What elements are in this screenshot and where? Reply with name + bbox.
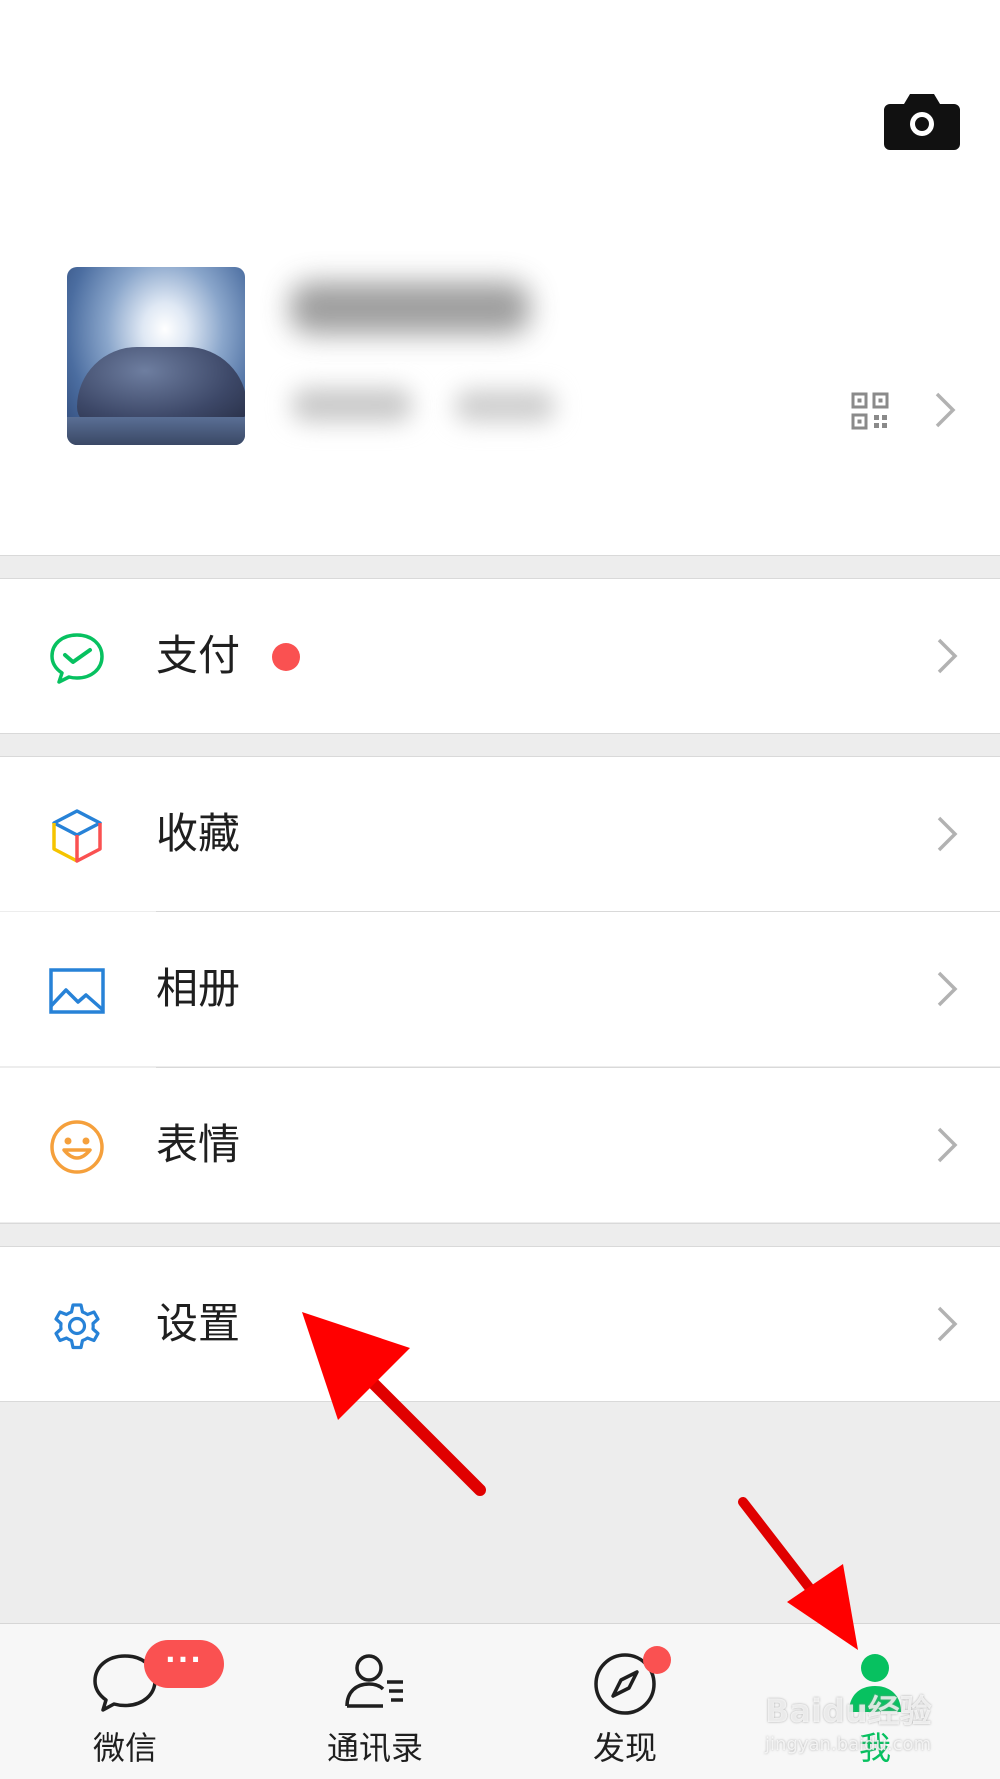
watermark-main: Baidu经验 (765, 1692, 932, 1730)
menu-label-album: 相册 (156, 964, 241, 1013)
camera-button[interactable] (884, 88, 960, 152)
chevron-right-icon (937, 638, 958, 674)
tab-label-chats: 微信 (92, 1729, 157, 1767)
menu-row-favorites[interactable]: 收藏 (0, 757, 1000, 911)
discover-notification-dot (643, 1646, 671, 1674)
settings-gear-icon (54, 1303, 100, 1350)
menu-row-settings[interactable]: 设置 (0, 1247, 1000, 1401)
divider (0, 555, 1000, 556)
blurred-wechat-id (292, 388, 412, 422)
menu-row-album[interactable]: 相册 (0, 912, 1000, 1066)
chevron-right-icon (937, 816, 958, 852)
blurred-wechat-id-extra (455, 390, 555, 422)
tab-chats[interactable]: ··· 微信 (0, 1624, 250, 1779)
profile-chevron[interactable] (934, 391, 956, 433)
blurred-nickname (290, 282, 530, 334)
menu-row-pay[interactable]: 支付 (0, 579, 1000, 733)
album-picture-icon (49, 968, 105, 1014)
tab-label-contacts: 通讯录 (326, 1729, 423, 1767)
watermark: Baidu经验 jingyan.baidu.com (765, 1686, 965, 1766)
divider (0, 1401, 1000, 1402)
menu-row-stickers[interactable]: 表情 (0, 1068, 1000, 1222)
camera-icon (884, 94, 960, 150)
divider (0, 1223, 1000, 1224)
divider (0, 733, 1000, 734)
chevron-right-icon (937, 1127, 958, 1163)
contacts-icon (345, 1654, 403, 1708)
menu-label-stickers: 表情 (156, 1120, 241, 1169)
tab-discover[interactable]: 发现 (500, 1624, 750, 1779)
tab-label-discover: 发现 (592, 1729, 657, 1767)
avatar-cloud (77, 347, 245, 427)
avatar[interactable] (67, 267, 245, 445)
chevron-right-icon (935, 392, 956, 428)
sticker-smile-icon (50, 1120, 104, 1174)
chevron-right-icon (937, 1306, 958, 1342)
menu-label-favorites: 收藏 (156, 809, 241, 858)
qr-code-button[interactable] (851, 392, 889, 430)
watermark-sub: jingyan.baidu.com (765, 1734, 932, 1755)
menu-label-settings: 设置 (156, 1299, 241, 1348)
avatar-ground (67, 417, 245, 445)
favorites-cube-icon (52, 809, 102, 863)
chevron-right-icon (937, 971, 958, 1007)
chats-unread-badge: ··· (144, 1640, 224, 1688)
tab-contacts[interactable]: 通讯录 (250, 1624, 500, 1779)
qr-code-icon (851, 392, 889, 430)
wechat-pay-icon (50, 633, 104, 684)
menu-label-pay: 支付 (156, 631, 241, 680)
pay-notification-dot (272, 643, 300, 671)
